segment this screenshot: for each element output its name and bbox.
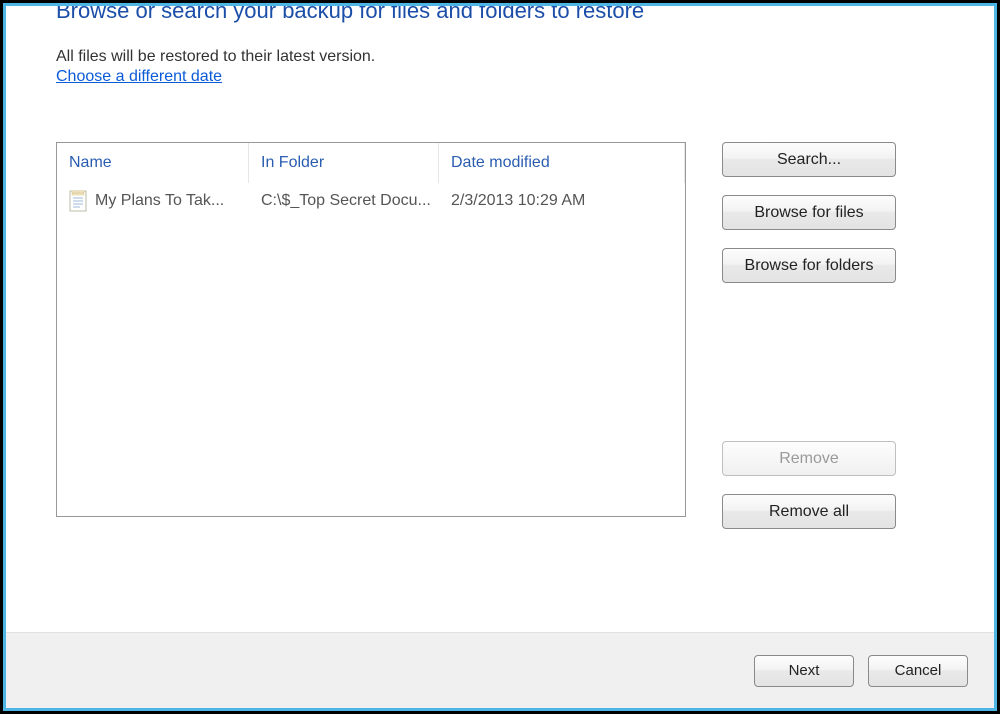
cell-name: My Plans To Tak... <box>57 190 249 212</box>
window-body: Browse or search your backup for files a… <box>6 6 994 708</box>
list-header: Name In Folder Date modified <box>57 143 685 183</box>
column-header-folder[interactable]: In Folder <box>249 143 439 183</box>
text-file-icon <box>69 190 87 212</box>
column-header-date[interactable]: Date modified <box>439 143 685 183</box>
table-row[interactable]: My Plans To Tak... C:\$_Top Secret Docu.… <box>57 183 685 219</box>
remove-all-button[interactable]: Remove all <box>722 494 896 529</box>
cancel-button[interactable]: Cancel <box>868 655 968 687</box>
window-frame: Browse or search your backup for files a… <box>0 0 1000 714</box>
cell-folder: C:\$_Top Secret Docu... <box>249 192 439 210</box>
main-row: Name In Folder Date modified <box>56 142 944 529</box>
browse-folders-button[interactable]: Browse for folders <box>722 248 896 283</box>
side-buttons: Search... Browse for files Browse for fo… <box>722 142 896 529</box>
file-list[interactable]: Name In Folder Date modified <box>56 142 686 517</box>
restore-description: All files will be restored to their late… <box>56 48 944 66</box>
column-header-name[interactable]: Name <box>57 143 249 183</box>
wizard-footer: Next Cancel <box>6 632 994 708</box>
search-button[interactable]: Search... <box>722 142 896 177</box>
choose-date-link[interactable]: Choose a different date <box>56 68 222 85</box>
cell-date: 2/3/2013 10:29 AM <box>439 192 685 210</box>
next-button[interactable]: Next <box>754 655 854 687</box>
button-gap <box>722 301 896 441</box>
cell-name-text: My Plans To Tak... <box>95 192 224 210</box>
remove-button: Remove <box>722 441 896 476</box>
browse-files-button[interactable]: Browse for files <box>722 195 896 230</box>
page-title: Browse or search your backup for files a… <box>56 6 944 24</box>
content-area: Browse or search your backup for files a… <box>6 6 994 632</box>
